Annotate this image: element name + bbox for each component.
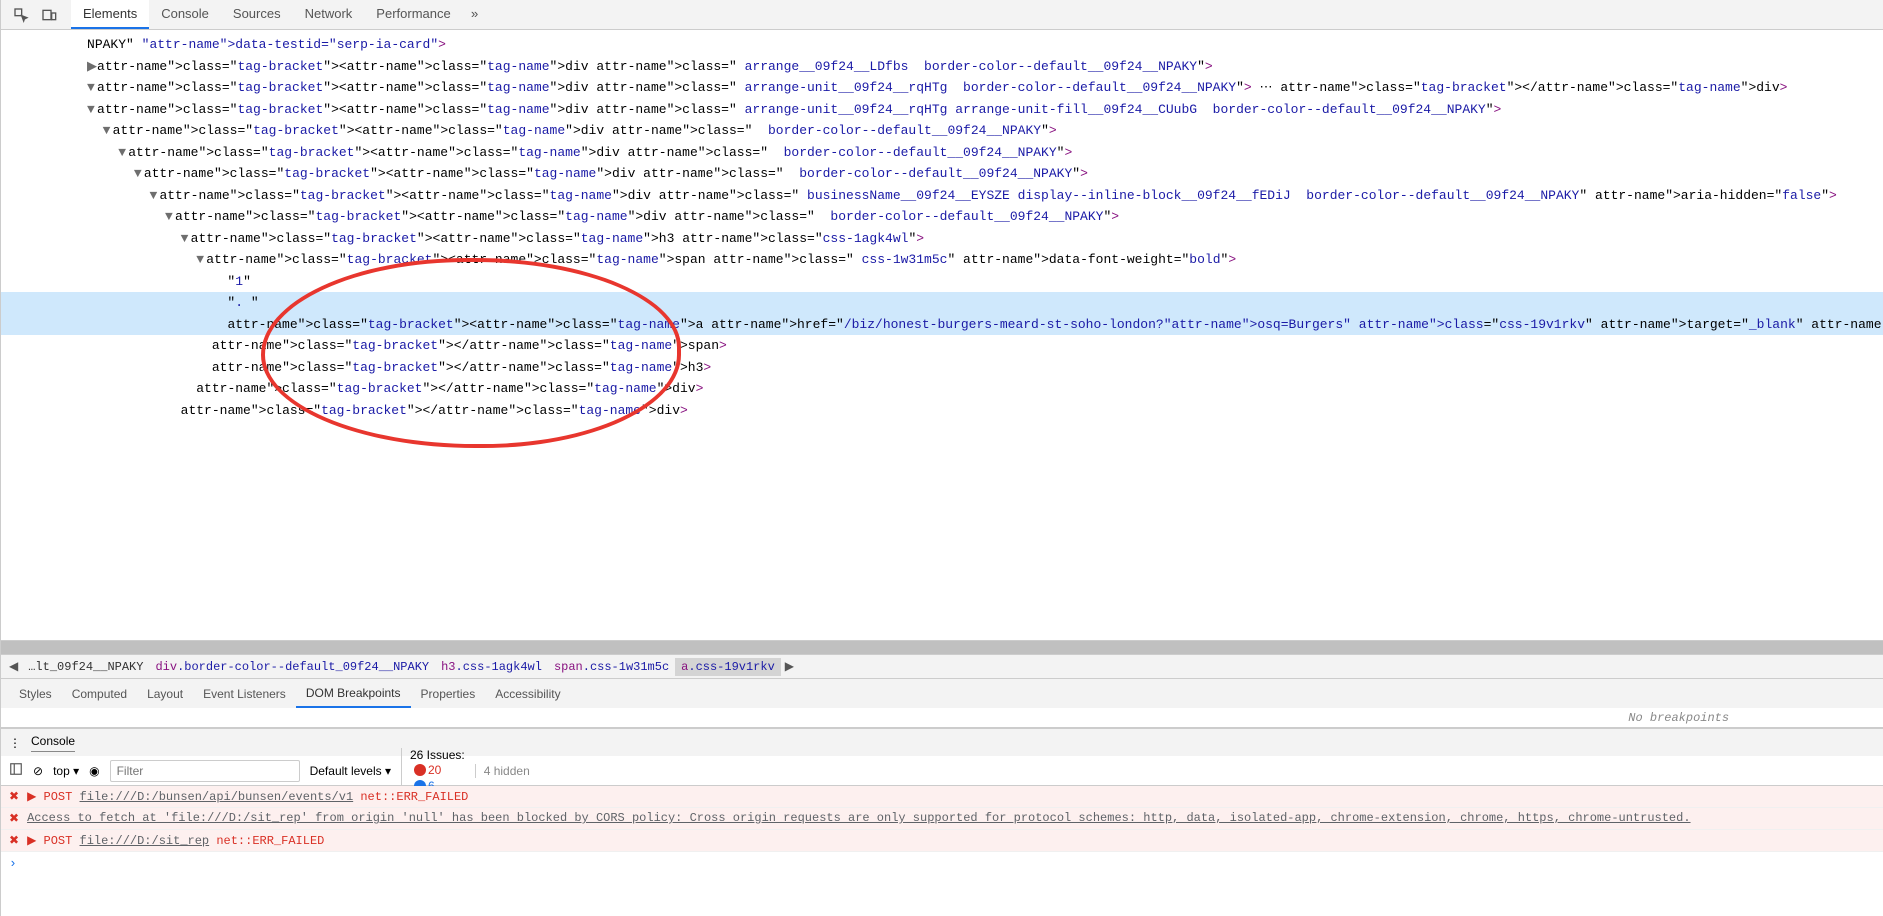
console-prompt[interactable]: › <box>1 852 1883 875</box>
dom-tree-line[interactable]: ▼attr-name">class="tag-bracket"><attr-na… <box>1 77 1883 99</box>
devtools-tab-sources[interactable]: Sources <box>221 0 293 29</box>
dom-tree-line[interactable]: ▼attr-name">class="tag-bracket"><attr-na… <box>1 120 1883 142</box>
device-toolbar-icon[interactable] <box>35 1 63 29</box>
dom-tree-line[interactable]: ". " <box>1 292 1883 314</box>
sidebar-toggle-icon[interactable] <box>9 762 23 779</box>
styles-subtabs: StylesComputedLayoutEvent ListenersDOM B… <box>1 678 1883 708</box>
console-message[interactable]: ✖ ▶ POST file:///D:/sit_rep net::ERR_FAI… <box>1 830 1883 852</box>
crumbs-scroll-left[interactable]: ◀ <box>9 659 22 674</box>
dom-tree-line[interactable]: ▼attr-name">class="tag-bracket"><attr-na… <box>1 99 1883 121</box>
levels-selector[interactable]: Default levels ▾ <box>310 764 391 778</box>
dom-tree-line[interactable]: attr-name">class="tag-bracket"></attr-na… <box>1 357 1883 379</box>
subtab-styles[interactable]: Styles <box>9 681 62 707</box>
devtools-tabs: ElementsConsoleSourcesNetworkPerformance <box>71 0 463 29</box>
breadcrumb-item[interactable]: h3.css-1agk4wl <box>435 658 548 676</box>
more-tabs-icon[interactable]: » <box>463 7 487 22</box>
dom-tree-line[interactable]: ▼attr-name">class="tag-bracket"><attr-na… <box>1 228 1883 250</box>
dom-tree-line[interactable]: attr-name">class="tag-bracket"><attr-nam… <box>1 314 1883 336</box>
console-output[interactable]: ✖ ▶ POST file:///D:/bunsen/api/bunsen/ev… <box>1 786 1883 916</box>
dom-tree-line[interactable]: ▼attr-name">class="tag-bracket"><attr-na… <box>1 206 1883 228</box>
dom-tree-line[interactable]: attr-name">class="tag-bracket"></attr-na… <box>1 335 1883 357</box>
dom-tree-line[interactable]: NPAKY" "attr-name">data-testid="serp-ia-… <box>1 34 1883 56</box>
devtools: ElementsConsoleSourcesNetworkPerformance… <box>1 0 1883 916</box>
console-filter-input[interactable] <box>110 760 300 782</box>
context-selector[interactable]: top ▾ <box>53 764 79 778</box>
breadcrumb-item[interactable]: …lt_09f24__NPAKY <box>22 658 149 676</box>
console-toolbar: ⊘ top ▾ ◉ Default levels ▾ 26 Issues: 20… <box>1 756 1883 786</box>
error-icon: ✖ <box>9 789 19 804</box>
console-message[interactable]: ✖ Access to fetch at 'file:///D:/sit_rep… <box>1 808 1883 830</box>
subtab-properties[interactable]: Properties <box>411 681 486 707</box>
dom-tree-line[interactable]: "1" <box>1 271 1883 293</box>
devtools-tab-network[interactable]: Network <box>293 0 365 29</box>
breadcrumb-item[interactable]: div.border-color--default_09f24__NPAKY <box>149 658 435 676</box>
dom-tree-line[interactable]: ▼attr-name">class="tag-bracket"><attr-na… <box>1 185 1883 207</box>
dom-tree-line[interactable]: ▼attr-name">class="tag-bracket"><attr-na… <box>1 163 1883 185</box>
console-menu-icon[interactable]: ⋮ <box>9 736 21 750</box>
devtools-tab-elements[interactable]: Elements <box>71 0 149 29</box>
dom-tree-line[interactable]: ▼attr-name">class="tag-bracket"><attr-na… <box>1 142 1883 164</box>
devtools-tab-performance[interactable]: Performance <box>364 0 462 29</box>
hidden-count: 4 hidden <box>475 764 530 778</box>
subtab-layout[interactable]: Layout <box>137 681 193 707</box>
console-drawer-header: ⋮ Console ✕ <box>1 728 1883 756</box>
breadcrumb-trail: ◀ …lt_09f24__NPAKYdiv.border-color--defa… <box>1 654 1883 678</box>
console-tab[interactable]: Console <box>31 734 75 752</box>
subtab-accessibility[interactable]: Accessibility <box>485 681 570 707</box>
breakpoints-panel: No breakpoints <box>1 708 1883 728</box>
dom-tree-line[interactable]: ▼attr-name">class="tag-bracket"><attr-na… <box>1 249 1883 271</box>
subtab-event-listeners[interactable]: Event Listeners <box>193 681 296 707</box>
subtab-dom-breakpoints[interactable]: DOM Breakpoints <box>296 680 411 708</box>
console-message[interactable]: ✖ ▶ POST file:///D:/bunsen/api/bunsen/ev… <box>1 786 1883 808</box>
breadcrumb-item[interactable]: a.css-19v1rkv <box>675 658 781 676</box>
error-icon: ✖ <box>9 811 19 826</box>
subtab-computed[interactable]: Computed <box>62 681 137 707</box>
devtools-toolbar: ElementsConsoleSourcesNetworkPerformance… <box>1 0 1883 30</box>
live-expression-icon[interactable]: ◉ <box>89 764 99 778</box>
error-icon: ✖ <box>9 833 19 848</box>
breadcrumb-item[interactable]: span.css-1w31m5c <box>548 658 675 676</box>
dom-tree-line[interactable]: attr-name">class="tag-bracket"></attr-na… <box>1 378 1883 400</box>
crumbs-scroll-right[interactable]: ▶ <box>781 659 794 674</box>
devtools-tab-console[interactable]: Console <box>149 0 221 29</box>
dom-tree-line[interactable]: ▶attr-name">class="tag-bracket"><attr-na… <box>1 56 1883 78</box>
dom-tree-line[interactable]: attr-name">class="tag-bracket"></attr-na… <box>1 400 1883 422</box>
inspect-element-icon[interactable] <box>7 1 35 29</box>
elements-panel[interactable]: NPAKY" "attr-name">data-testid="serp-ia-… <box>1 30 1883 640</box>
horizontal-scrollbar[interactable] <box>1 640 1883 654</box>
clear-console-icon[interactable]: ⊘ <box>33 764 43 778</box>
